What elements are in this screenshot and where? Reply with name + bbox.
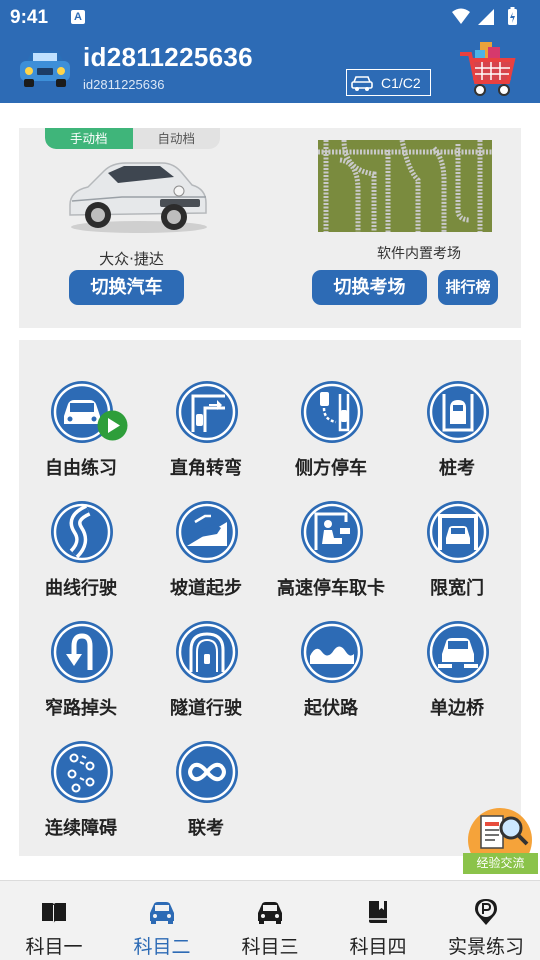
practice-item-combined[interactable]: 联考: [146, 740, 266, 850]
single-bridge-icon: [427, 621, 489, 683]
nav-label: 科目二: [133, 936, 191, 958]
practice-item-obstacles[interactable]: 连续障碍: [21, 740, 141, 850]
book-bookmark-icon: [369, 901, 387, 923]
wifi-icon: [452, 8, 470, 24]
u-turn-icon: [51, 621, 113, 683]
nav-subject-three[interactable]: 科目三: [216, 881, 324, 960]
shopping-cart-icon[interactable]: [458, 38, 518, 100]
nav-label: 科目一: [25, 936, 83, 958]
bottom-nav: 科目一 科目二 科目三 科目四 实景练习: [0, 880, 540, 960]
width-gate-icon: [427, 501, 489, 563]
track-name: 软件内置考场: [377, 246, 461, 262]
user-id: id2811225636: [83, 77, 165, 92]
practice-item-pile[interactable]: 桩考: [397, 380, 517, 490]
switch-car-button[interactable]: 切换汽车: [69, 270, 184, 305]
toll-card-icon: [301, 501, 363, 563]
car-image: [69, 162, 207, 233]
practice-label: 单边桥: [430, 698, 484, 719]
license-label: C1/C2: [381, 74, 421, 91]
practice-item-toll[interactable]: 高速停车取卡: [271, 500, 391, 610]
notification-icon: A: [71, 10, 85, 24]
obstacles-icon: [51, 741, 113, 803]
switch-track-button[interactable]: 切换考场: [312, 270, 427, 305]
ranking-button[interactable]: 排行榜: [438, 270, 498, 305]
practice-item-free[interactable]: 自由练习: [21, 380, 141, 490]
tunnel-icon: [176, 621, 238, 683]
experience-exchange-button[interactable]: 经验交流: [463, 808, 538, 876]
gear-option-manual[interactable]: 手动档: [45, 128, 133, 149]
practice-item-curve[interactable]: 曲线行驶: [21, 500, 141, 610]
exchange-label: 经验交流: [463, 853, 538, 874]
pile-test-icon: [427, 381, 489, 443]
nav-label: 实景练习: [447, 936, 524, 958]
slope-start-icon: [176, 501, 238, 563]
mode-card: 手动档 自动档 大众·捷达 切换汽车 软件内置考场 切换考场 排行榜: [19, 128, 521, 328]
practice-item-side-parking[interactable]: 侧方停车: [271, 380, 391, 490]
practice-label: 起伏路: [304, 698, 358, 719]
book-icon: [42, 903, 66, 923]
nav-label: 科目三: [241, 936, 299, 958]
practice-label: 连续障碍: [45, 818, 117, 839]
practice-item-tunnel[interactable]: 隧道行驶: [146, 620, 266, 730]
curve-driving-icon: [51, 501, 113, 563]
practice-label: 自由练习: [45, 458, 117, 479]
practice-label: 窄路掉头: [45, 698, 117, 719]
car-icon: [150, 902, 174, 924]
parking-pin-icon: [475, 899, 497, 925]
practice-label: 曲线行驶: [45, 578, 117, 599]
practice-item-bumpy[interactable]: 起伏路: [271, 620, 391, 730]
practice-item-single-bridge[interactable]: 单边桥: [397, 620, 517, 730]
track-image: [318, 140, 492, 232]
license-type-button[interactable]: C1/C2: [346, 69, 431, 96]
practice-item-right-angle[interactable]: 直角转弯: [146, 380, 266, 490]
magnifier-notes-icon: [468, 808, 532, 858]
nav-label: 科目四: [349, 936, 407, 958]
practice-label: 直角转弯: [170, 458, 242, 479]
practice-label: 隧道行驶: [170, 698, 242, 719]
bumpy-road-icon: [301, 621, 363, 683]
nav-subject-one[interactable]: 科目一: [0, 881, 108, 960]
car-road-icon: [258, 902, 282, 924]
side-parking-icon: [301, 381, 363, 443]
nav-real-scene[interactable]: 实景练习: [432, 881, 540, 960]
gear-toggle[interactable]: 手动档 自动档: [45, 128, 220, 149]
gear-option-auto[interactable]: 自动档: [133, 128, 221, 149]
practice-item-u-turn[interactable]: 窄路掉头: [21, 620, 141, 730]
practice-label: 限宽门: [430, 578, 484, 599]
app-header: 9:41 A id2811225636 id2811225636 C1/C2: [0, 0, 540, 103]
practice-grid: 自由练习 直角转弯 侧方停车 桩考 曲线行驶 坡道起步 高速停车取卡 限宽门 窄…: [19, 340, 521, 856]
status-bar: 9:41 A: [0, 0, 540, 36]
practice-label: 联考: [188, 818, 224, 839]
combined-exam-icon: [176, 741, 238, 803]
play-icon[interactable]: [97, 410, 128, 441]
nav-subject-two[interactable]: 科目二: [108, 881, 216, 960]
practice-item-slope[interactable]: 坡道起步: [146, 500, 266, 610]
car-name: 大众·捷达: [99, 250, 164, 268]
practice-label: 侧方停车: [295, 458, 367, 479]
system-icons: [452, 7, 517, 25]
practice-label: 桩考: [439, 458, 475, 479]
avatar[interactable]: [18, 47, 72, 89]
practice-item-width-gate[interactable]: 限宽门: [397, 500, 517, 610]
user-name: id2811225636: [83, 42, 253, 72]
practice-label: 坡道起步: [170, 578, 242, 599]
nav-subject-four[interactable]: 科目四: [324, 881, 432, 960]
signal-icon: [478, 9, 494, 25]
practice-label: 高速停车取卡: [277, 578, 385, 599]
right-angle-turn-icon: [176, 381, 238, 443]
status-time: 9:41: [10, 7, 49, 28]
car-license-icon: [351, 75, 373, 91]
